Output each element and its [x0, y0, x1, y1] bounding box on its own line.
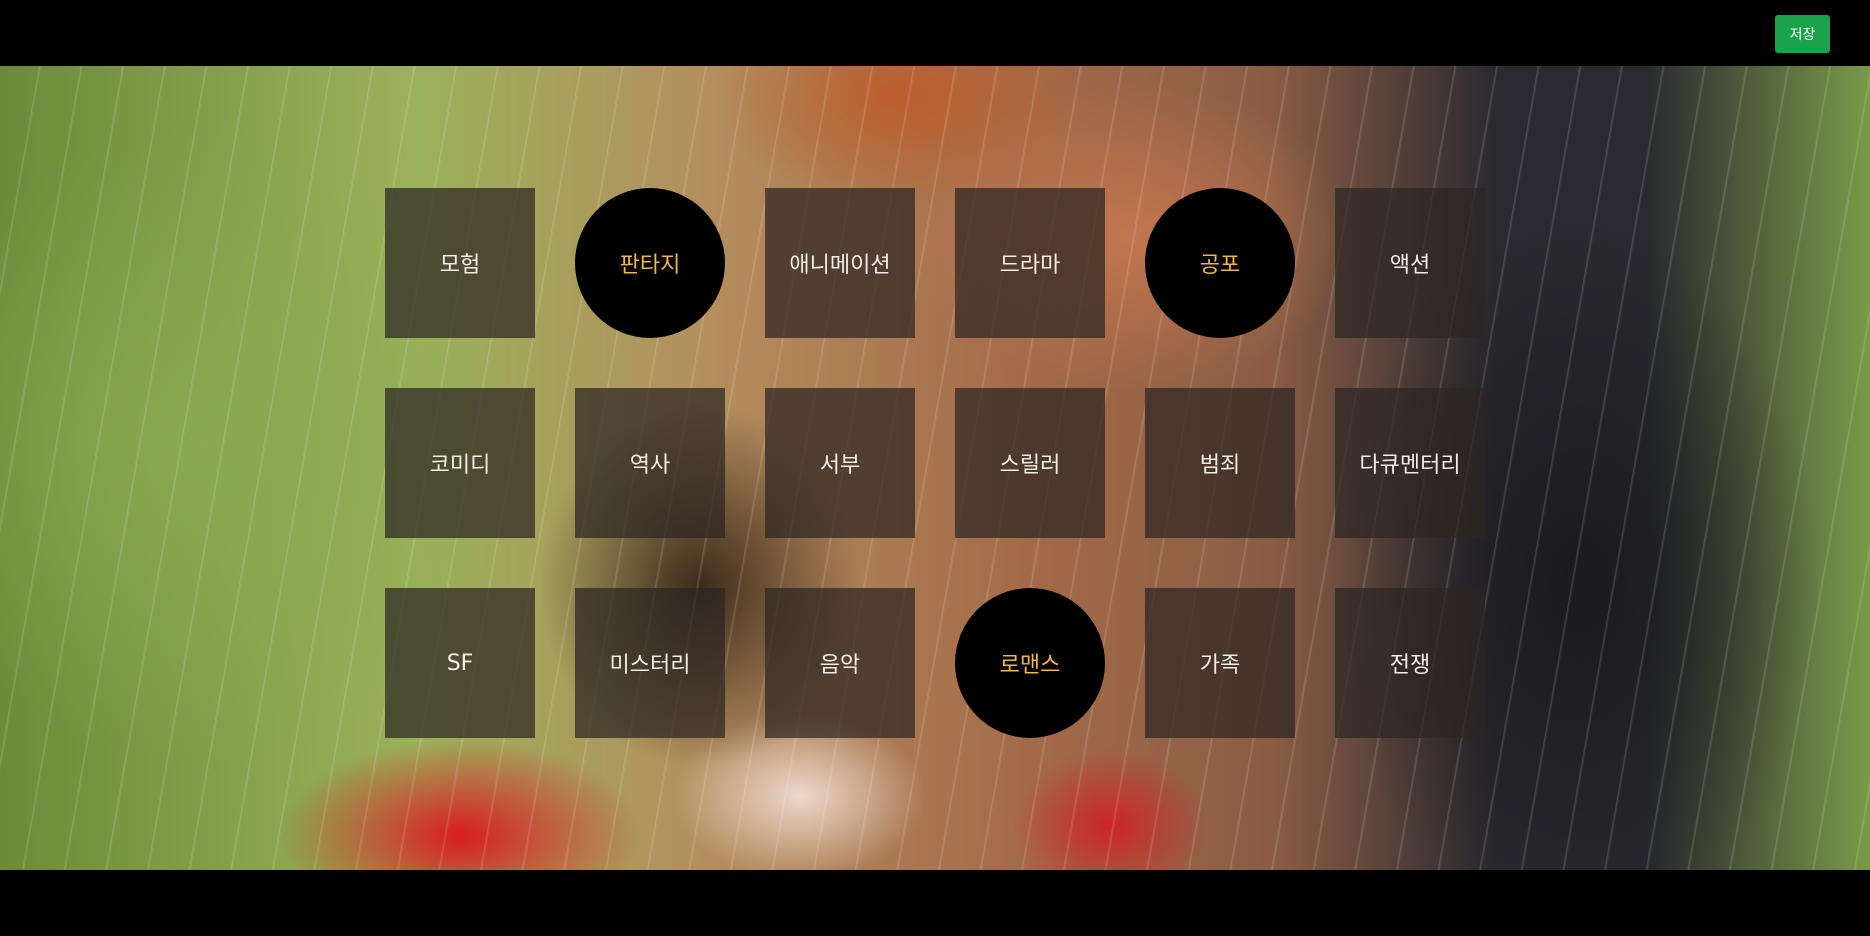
genre-label: 로맨스: [999, 653, 1061, 678]
genre-label: SF: [446, 650, 474, 676]
genre-label: 미스터리: [609, 653, 691, 678]
top-bar: 저장: [0, 0, 1870, 66]
genre-label: 전쟁: [1389, 653, 1431, 678]
genre-label: 액션: [1389, 253, 1431, 278]
genre-tile-drama[interactable]: 드라마: [955, 188, 1105, 338]
genre-tile-family[interactable]: 가족: [1145, 588, 1295, 738]
genre-tile-documentary[interactable]: 다큐멘터리: [1335, 388, 1485, 538]
genre-tile-crime[interactable]: 범죄: [1145, 388, 1295, 538]
genre-label: 음악: [819, 653, 861, 678]
genre-tile-animation[interactable]: 애니메이션: [765, 188, 915, 338]
genre-label: 코미디: [429, 453, 491, 478]
genre-tile-comedy[interactable]: 코미디: [385, 388, 535, 538]
genre-label: 범죄: [1199, 453, 1241, 478]
genre-label: 공포: [1199, 253, 1241, 278]
genre-label: 모험: [439, 253, 481, 278]
genre-tile-fantasy[interactable]: 판타지: [575, 188, 725, 338]
genre-tile-adventure[interactable]: 모험: [385, 188, 535, 338]
genre-label: 가족: [1199, 653, 1241, 678]
genre-tile-mystery[interactable]: 미스터리: [575, 588, 725, 738]
genre-label: 역사: [629, 453, 671, 478]
genre-tile-music[interactable]: 음악: [765, 588, 915, 738]
genre-tile-war[interactable]: 전쟁: [1335, 588, 1485, 738]
genre-tile-history[interactable]: 역사: [575, 388, 725, 538]
bottom-bar: [0, 870, 1870, 936]
genre-label: 드라마: [999, 253, 1061, 278]
save-button[interactable]: 저장: [1775, 15, 1830, 53]
genre-label: 애니메이션: [789, 253, 891, 278]
genre-tile-western[interactable]: 서부: [765, 388, 915, 538]
genre-label: 스릴러: [999, 453, 1061, 478]
genre-label: 서부: [819, 453, 861, 478]
genre-tile-action[interactable]: 액션: [1335, 188, 1485, 338]
genre-tile-horror[interactable]: 공포: [1145, 188, 1295, 338]
genre-tile-thriller[interactable]: 스릴러: [955, 388, 1105, 538]
genre-tile-romance[interactable]: 로맨스: [955, 588, 1105, 738]
genre-grid: 모험 판타지 애니메이션 드라마 공포 액션 코미디 역사 서부 스릴러 범죄 …: [385, 188, 1485, 738]
genre-label: 판타지: [619, 253, 681, 278]
genre-tile-sf[interactable]: SF: [385, 588, 535, 738]
genre-label: 다큐멘터리: [1359, 453, 1461, 478]
